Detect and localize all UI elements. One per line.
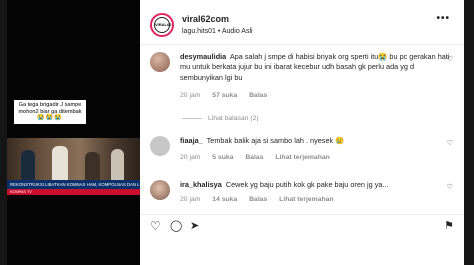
person-figure xyxy=(21,150,35,180)
reply-button[interactable]: Balas xyxy=(245,154,263,161)
comment-username[interactable]: desymaulidia xyxy=(180,52,226,61)
translate-button[interactable]: Lihat terjemahan xyxy=(275,154,329,161)
comment-body: fiaaja_ Tembak balik aja si sambo lah . … xyxy=(180,136,450,146)
replies-line xyxy=(182,117,202,119)
view-replies[interactable]: Lihat balasan (2) xyxy=(182,115,259,122)
video-player[interactable] xyxy=(7,0,140,265)
news-headline: REKONSTRUKSI LIBATKAN KOMNAS HAM, KOMPOL… xyxy=(7,180,140,189)
post-header: VIRAL62 viral62com lagu.hits01 • Audio A… xyxy=(140,0,464,45)
video-scene xyxy=(7,138,140,180)
video-caption: Ga tega brigadir J sampe mohon2 biar ga … xyxy=(14,100,86,124)
avatar-logo: VIRAL62 xyxy=(154,17,171,33)
share-icon[interactable]: ➤ xyxy=(190,219,199,232)
comment-time: 20 jam xyxy=(180,154,201,161)
more-options-icon[interactable]: ••• xyxy=(436,13,450,24)
like-heart-icon[interactable]: ♡ xyxy=(150,219,161,233)
comment-meta: 20 jam 14 suka Balas Lihat terjemahan xyxy=(180,196,344,203)
left-edge xyxy=(0,0,7,265)
right-edge xyxy=(464,0,474,265)
reply-button[interactable]: Balas xyxy=(249,92,267,99)
person-figure xyxy=(85,152,100,180)
comment-time: 20 jam xyxy=(180,92,201,99)
comment-body: desymaulidia Apa salah j smpe di habisi … xyxy=(180,52,450,83)
comment-likes[interactable]: 57 suka xyxy=(212,92,237,99)
audio-line: lagu.hits01 • Audio Asli xyxy=(182,28,253,35)
person-figure xyxy=(111,149,124,180)
news-ticker: KOMPAS TV xyxy=(7,189,140,195)
comment-username[interactable]: ira_khalisya xyxy=(180,180,222,189)
audio-account[interactable]: lagu.hits01 xyxy=(182,28,216,35)
separator-dot: • xyxy=(217,28,221,35)
view-replies-label[interactable]: Lihat balasan (2) xyxy=(208,115,259,122)
comment-meta: 20 jam 57 suka Balas xyxy=(180,92,277,99)
translate-button[interactable]: Lihat terjemahan xyxy=(279,196,333,203)
comment-likes[interactable]: 14 suka xyxy=(212,196,237,203)
reply-button[interactable]: Balas xyxy=(249,196,267,203)
commenter-avatar[interactable] xyxy=(150,52,170,72)
bookmark-icon[interactable]: ⚑ xyxy=(444,219,454,232)
commenter-avatar[interactable] xyxy=(150,136,170,156)
post-panel: VIRAL62 viral62com lagu.hits01 • Audio A… xyxy=(140,0,464,265)
video-caption-text: Ga tega brigadir J sampe mohon2 biar ga … xyxy=(18,102,82,115)
comment-likes[interactable]: 5 suka xyxy=(212,154,233,161)
account-avatar[interactable]: VIRAL62 xyxy=(150,13,174,37)
comment-text: Tembak balik aja si sambo lah . nyesek 😢 xyxy=(206,136,345,145)
audio-label[interactable]: Audio Asli xyxy=(222,28,253,35)
comment-username[interactable]: fiaaja_ xyxy=(180,136,203,145)
comment-text: Cewek yg baju putih kok gk pake baju ore… xyxy=(225,180,389,189)
like-comment-heart-icon[interactable]: ♡ xyxy=(447,55,453,63)
account-username[interactable]: viral62com xyxy=(182,14,229,24)
like-comment-heart-icon[interactable]: ♡ xyxy=(447,139,453,147)
person-figure xyxy=(52,146,68,180)
comment-meta: 20 jam 5 suka Balas Lihat terjemahan xyxy=(180,154,340,161)
post-actions-bar: ♡ ◯ ➤ ⚑ xyxy=(140,214,464,237)
comment-time: 20 jam xyxy=(180,196,201,203)
like-comment-heart-icon[interactable]: ♡ xyxy=(447,183,453,191)
video-caption-emoji: 😭😭😭 xyxy=(37,115,63,122)
commenter-avatar[interactable] xyxy=(150,180,170,200)
comment-body: ira_khalisya Cewek yg baju putih kok gk … xyxy=(180,180,450,190)
comment-icon[interactable]: ◯ xyxy=(170,219,182,232)
